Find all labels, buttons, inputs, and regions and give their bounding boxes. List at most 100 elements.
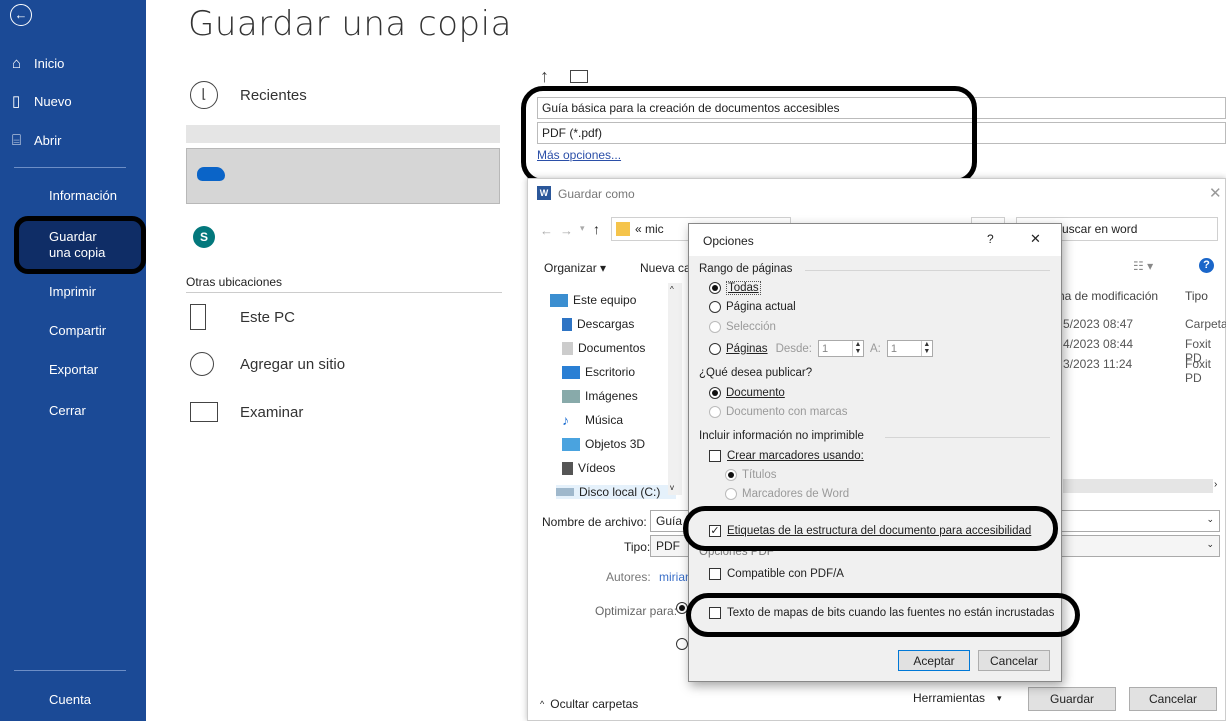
tree-este-equipo[interactable]: Este equipo (550, 293, 636, 307)
documents-icon (562, 341, 573, 355)
opciones-pdf-heading: Opciones PDF (699, 546, 774, 558)
options-cancelar-button[interactable]: Cancelar (978, 650, 1050, 671)
scroll-right-icon[interactable]: › (1214, 479, 1217, 490)
ocultar-carpetas[interactable]: ^ Ocultar carpetas (540, 697, 638, 711)
h-scrollbar[interactable] (1063, 479, 1213, 493)
nav-cuenta[interactable]: Cuenta (0, 692, 146, 707)
mas-opciones-link[interactable]: Más opciones... (537, 148, 621, 162)
up-folder-icon[interactable]: ↑ (593, 221, 600, 237)
radio-seleccion[interactable]: Selección (709, 321, 776, 333)
location-este-pc[interactable]: Este PC (190, 302, 295, 332)
nav-informacion[interactable]: Información (0, 188, 146, 203)
tipo-label: Tipo: (624, 540, 651, 554)
tree-objetos-3d[interactable]: Objetos 3D (562, 437, 645, 451)
organizar-button[interactable]: Organizar ▾ (544, 261, 606, 275)
que-publicar-heading: ¿Qué desea publicar? (699, 367, 813, 379)
radio-marcadores-word[interactable]: Marcadores de Word (725, 488, 849, 500)
desde-spinner[interactable]: 1 ▲ ▼ (818, 340, 864, 357)
nav-guardar-copia[interactable]: Guardar una copia (0, 229, 118, 261)
folder-path-icon (570, 70, 588, 83)
location-onedrive[interactable] (186, 148, 500, 204)
col-tipo[interactable]: Tipo (1185, 289, 1208, 303)
location-agregar-sitio[interactable]: Agregar un sitio (190, 349, 345, 379)
word-icon: W (537, 186, 551, 200)
row-3-tipo: Foxit PD (1185, 357, 1212, 385)
tree-videos[interactable]: Vídeos (562, 461, 615, 475)
nav-compartir[interactable]: Compartir (0, 323, 146, 338)
nav-cerrar[interactable]: Cerrar (0, 403, 146, 418)
guardar-button[interactable]: Guardar (1028, 687, 1116, 711)
group-line (805, 270, 1050, 271)
radio-documento[interactable]: Documento (709, 387, 785, 399)
row-1-tipo: Carpeta (1185, 317, 1226, 331)
aceptar-button[interactable]: Aceptar (898, 650, 970, 671)
radio-todas[interactable]: Todas (709, 281, 761, 295)
up-arrow-icon[interactable]: ↑ (540, 66, 549, 87)
chk-crear-marcadores[interactable]: Crear marcadores usando: (709, 450, 864, 462)
tree-documentos[interactable]: Documentos (562, 341, 645, 355)
music-icon: ♪ (562, 411, 569, 428)
tree-scrollbar[interactable] (668, 283, 682, 495)
nav-divider (14, 167, 126, 168)
filetype-select[interactable]: PDF (*.pdf) (537, 122, 1226, 144)
incluir-heading: Incluir información no imprimible (699, 430, 864, 442)
autores-value[interactable]: mirian (659, 570, 692, 584)
spinner-arrows-icon: ▲ ▼ (920, 341, 932, 356)
chk-texto-mapas-bits[interactable]: Texto de mapas de bits cuando las fuente… (709, 607, 1054, 619)
options-close-icon[interactable]: ✕ (1030, 231, 1041, 247)
row-3-fecha: 3/2023 11:24 (1063, 357, 1133, 371)
tree-descargas[interactable]: Descargas (562, 317, 634, 331)
chevron-down-icon: ▾ (997, 692, 1002, 703)
options-dialog: Opciones ? ✕ Rango de páginas Todas Pági… (688, 223, 1062, 682)
location-examinar[interactable]: Examinar (190, 397, 303, 427)
history-chevron-icon[interactable]: ▾ (580, 223, 585, 234)
forward-icon[interactable]: → (560, 223, 573, 238)
nombre-label: Nombre de archivo: (542, 515, 647, 529)
nav-nuevo[interactable]: ▯ Nuevo (12, 92, 158, 110)
tree-escritorio[interactable]: Escritorio (562, 365, 635, 379)
cancelar-button[interactable]: Cancelar (1129, 687, 1217, 711)
sharepoint-icon[interactable]: S (193, 226, 215, 248)
back-icon[interactable]: ← (540, 223, 553, 238)
saveas-close-icon[interactable]: ✕ (1209, 184, 1222, 202)
drive-icon (556, 488, 574, 496)
page-title: Guardar una copia (188, 4, 512, 44)
a-spinner[interactable]: 1 ▲ ▼ (886, 340, 933, 357)
scroll-down-icon[interactable]: v (670, 483, 674, 492)
nueva-carpeta-button[interactable]: Nueva car (640, 261, 695, 275)
folder-yellow-icon (616, 222, 630, 236)
nav-divider-bottom (14, 670, 126, 671)
spinner-arrows-icon: ▲ ▼ (852, 341, 863, 356)
tree-imagenes[interactable]: Imágenes (562, 389, 638, 403)
radio-paginas[interactable]: Páginas Desde: 1 ▲ ▼ A: 1 ▲ ▼ (709, 340, 939, 357)
nav-abrir[interactable]: ⌸ Abrir (12, 132, 158, 149)
group-line (885, 437, 1050, 438)
location-placeholder-bar (186, 125, 500, 143)
herramientas-dropdown[interactable]: Herramientas ▾ (913, 691, 1002, 705)
home-icon: ⌂ (12, 55, 22, 72)
radio-titulos[interactable]: Títulos (725, 469, 777, 481)
folder-open-icon: ⌸ (12, 132, 22, 149)
chk-compatible-pdfa[interactable]: Compatible con PDF/A (709, 568, 844, 580)
back-arrow-icon[interactable]: ← (10, 4, 32, 26)
nav-exportar[interactable]: Exportar (0, 362, 146, 377)
tree-musica[interactable]: ♪ Música (562, 411, 623, 428)
scroll-up-icon[interactable]: ^ (670, 285, 674, 294)
location-recientes[interactable]: ⌊ Recientes (190, 80, 307, 110)
radio-pagina-actual[interactable]: Página actual (709, 301, 796, 313)
rango-heading: Rango de páginas (699, 263, 793, 275)
clock-icon: ⌊ (190, 80, 240, 110)
nav-inicio[interactable]: ⌂ Inicio (12, 55, 158, 72)
cube-icon (562, 437, 580, 451)
tree-disco-local[interactable]: Disco local (C:) (556, 485, 676, 499)
help-icon[interactable]: ? (1199, 258, 1214, 273)
nav-imprimir[interactable]: Imprimir (0, 284, 146, 299)
filename-input[interactable]: Guía básica para la creación de document… (537, 97, 1226, 119)
chk-etiquetas[interactable]: ✓ Etiquetas de la estructura del document… (709, 525, 1031, 537)
onedrive-icon (197, 167, 225, 181)
options-title: Opciones (703, 234, 754, 248)
radio-documento-marcas[interactable]: Documento con marcas (709, 406, 847, 418)
view-options-icon[interactable]: ☷ ▾ (1133, 259, 1153, 273)
col-fecha[interactable]: ha de modificación (1058, 289, 1158, 303)
options-help-icon[interactable]: ? (987, 232, 994, 246)
